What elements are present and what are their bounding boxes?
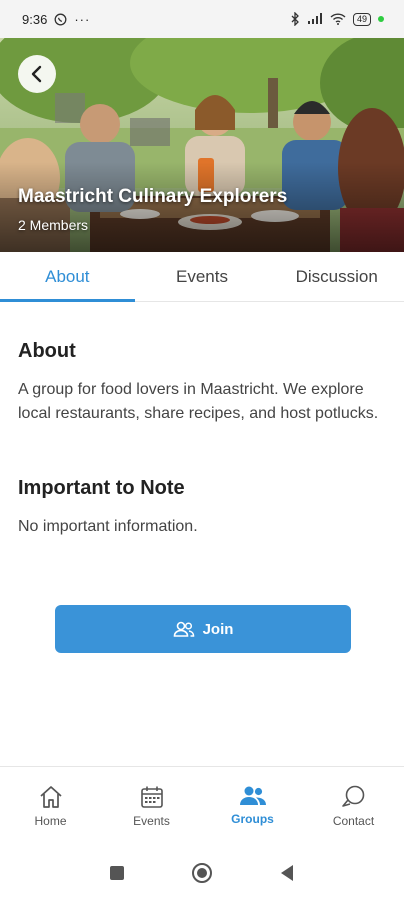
home-icon [38,785,64,809]
status-more: ··· [74,11,91,27]
users-icon [173,621,195,637]
bluetooth-icon [291,12,300,26]
group-title: Maastricht Culinary Explorers [18,186,288,207]
nav-events-label: Events [133,814,170,828]
calendar-icon [140,785,164,809]
chat-icon [341,785,367,809]
nav-groups-label: Groups [231,812,274,826]
chevron-left-icon [30,65,44,83]
system-navigation-bar [0,846,404,900]
wifi-icon [330,13,346,25]
back-triangle-icon[interactable] [279,864,295,882]
about-heading: About [18,340,76,362]
notification-dot [378,16,384,22]
group-member-count[interactable]: 2 Members [18,217,88,233]
nav-events[interactable]: Events [101,767,202,846]
tab-about[interactable]: About [0,252,135,302]
tab-discussion[interactable]: Discussion [269,252,404,301]
groups-icon [239,785,267,807]
nav-groups[interactable]: Groups [202,767,303,846]
nav-contact[interactable]: Contact [303,767,404,846]
status-bar: 9:36 ··· 49 [0,0,404,38]
join-button-label: Join [202,620,234,638]
nav-home[interactable]: Home [0,767,101,846]
recents-icon[interactable] [109,865,125,881]
tab-events[interactable]: Events [135,252,270,301]
signal-icon [307,13,323,25]
nav-home-label: Home [34,814,67,828]
status-time: 9:36 [22,11,48,27]
home-circle-icon[interactable] [191,862,213,884]
bottom-navigation: Home Events Groups Contact [0,766,404,846]
group-tabs: About Events Discussion [0,252,404,302]
note-heading: Important to Note [18,477,185,499]
back-button[interactable] [18,55,56,93]
nav-contact-label: Contact [332,814,375,828]
join-button[interactable]: Join [55,605,351,653]
note-text: No important information. [18,518,198,535]
battery-icon: 49 [352,12,371,26]
whatsapp-icon [54,13,67,26]
group-cover-image: Maastricht Culinary Explorers 2 Members [0,38,404,252]
about-description: A group for food lovers in Maastricht. W… [18,381,379,422]
